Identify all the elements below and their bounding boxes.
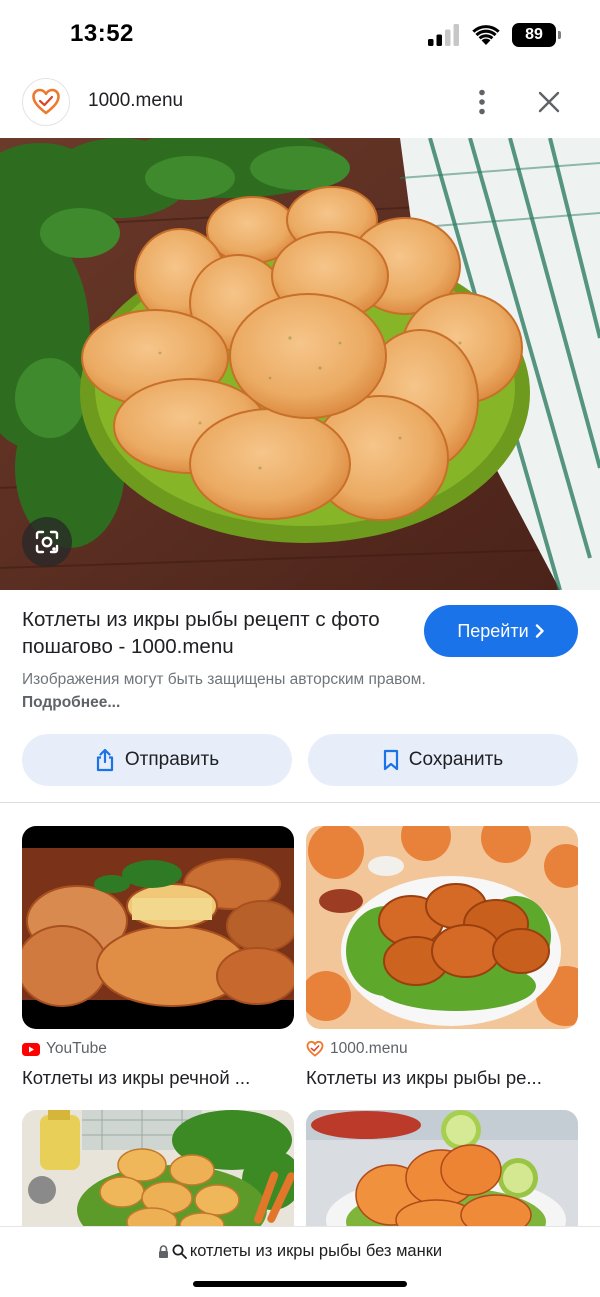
search-query: котлеты из икры рыбы без манки [189, 1242, 443, 1260]
cutlets-youtube-photo [22, 826, 294, 1029]
more-vert-icon [479, 89, 485, 115]
youtube-icon [22, 1042, 40, 1056]
related-thumbnail[interactable] [22, 826, 294, 1029]
related-thumbnail[interactable] [306, 1110, 578, 1228]
share-icon [96, 748, 113, 772]
cutlets-plate-photo [306, 826, 578, 1029]
copyright-notice: Изображения могут быть защищены авторски… [22, 668, 442, 714]
section-divider [0, 802, 600, 803]
chevron-right-icon [535, 624, 544, 638]
status-icons: 89 [428, 22, 561, 48]
result-title[interactable]: Котлеты из икры рыбы рецепт с фото пошаг… [22, 606, 402, 660]
save-button[interactable]: Сохранить [308, 734, 578, 786]
wifi-icon [472, 25, 500, 45]
battery-icon: 89 [512, 23, 561, 47]
copyright-text: Изображения могут быть защищены авторски… [22, 671, 426, 688]
lens-button[interactable] [22, 517, 72, 567]
cutlets-photo [0, 138, 600, 590]
visit-button[interactable]: Перейти [424, 605, 578, 657]
status-time: 13:52 [70, 20, 134, 47]
related-card[interactable]: 1000.menu Котлеты из икры рыбы ре... [306, 826, 578, 1089]
cutlets-oil-photo [22, 1110, 294, 1228]
share-button[interactable]: Отправить [22, 734, 292, 786]
share-button-label: Отправить [124, 749, 220, 770]
lens-icon [35, 530, 59, 554]
bottom-url-bar[interactable]: котлеты из икры рыбы без манки [0, 1226, 600, 1297]
related-title[interactable]: Котлеты из икры рыбы ре... [306, 1067, 578, 1089]
related-title[interactable]: Котлеты из икры речной ... [22, 1067, 294, 1089]
heart-logo-icon [32, 88, 60, 115]
site-name[interactable]: 1000.menu [88, 90, 183, 112]
viewer-header: 1000.menu [0, 70, 600, 138]
save-button-label: Сохранить [408, 749, 504, 770]
home-indicator [193, 1281, 407, 1287]
battery-level: 89 [525, 26, 543, 43]
related-thumbnail[interactable] [306, 826, 578, 1029]
lock-icon [158, 1245, 168, 1258]
url-row[interactable]: котлеты из икры рыбы без манки [0, 1242, 600, 1261]
hero-image[interactable] [0, 138, 600, 590]
related-source-name: YouTube [46, 1040, 107, 1057]
related-source: 1000.menu [306, 1039, 578, 1059]
heart-logo-icon [306, 1040, 324, 1057]
visit-button-label: Перейти [457, 620, 529, 641]
close-icon [538, 91, 560, 113]
related-card[interactable] [306, 1110, 578, 1236]
related-source: YouTube [22, 1039, 294, 1059]
related-thumbnail[interactable] [22, 1110, 294, 1228]
related-card[interactable] [22, 1110, 294, 1236]
related-card[interactable]: YouTube Котлеты из икры речной ... [22, 826, 294, 1089]
battery-nub [558, 31, 561, 39]
related-source-name: 1000.menu [330, 1040, 408, 1057]
bookmark-icon [383, 749, 398, 771]
search-icon [172, 1244, 187, 1259]
site-logo[interactable] [22, 78, 70, 126]
status-bar: 13:52 89 [0, 0, 600, 70]
more-options-button[interactable] [466, 84, 498, 120]
cellular-signal-icon [428, 24, 459, 46]
close-button[interactable] [532, 84, 566, 120]
more-info-link[interactable]: Подробнее... [22, 694, 120, 711]
cutlets-lime-photo [306, 1110, 578, 1228]
